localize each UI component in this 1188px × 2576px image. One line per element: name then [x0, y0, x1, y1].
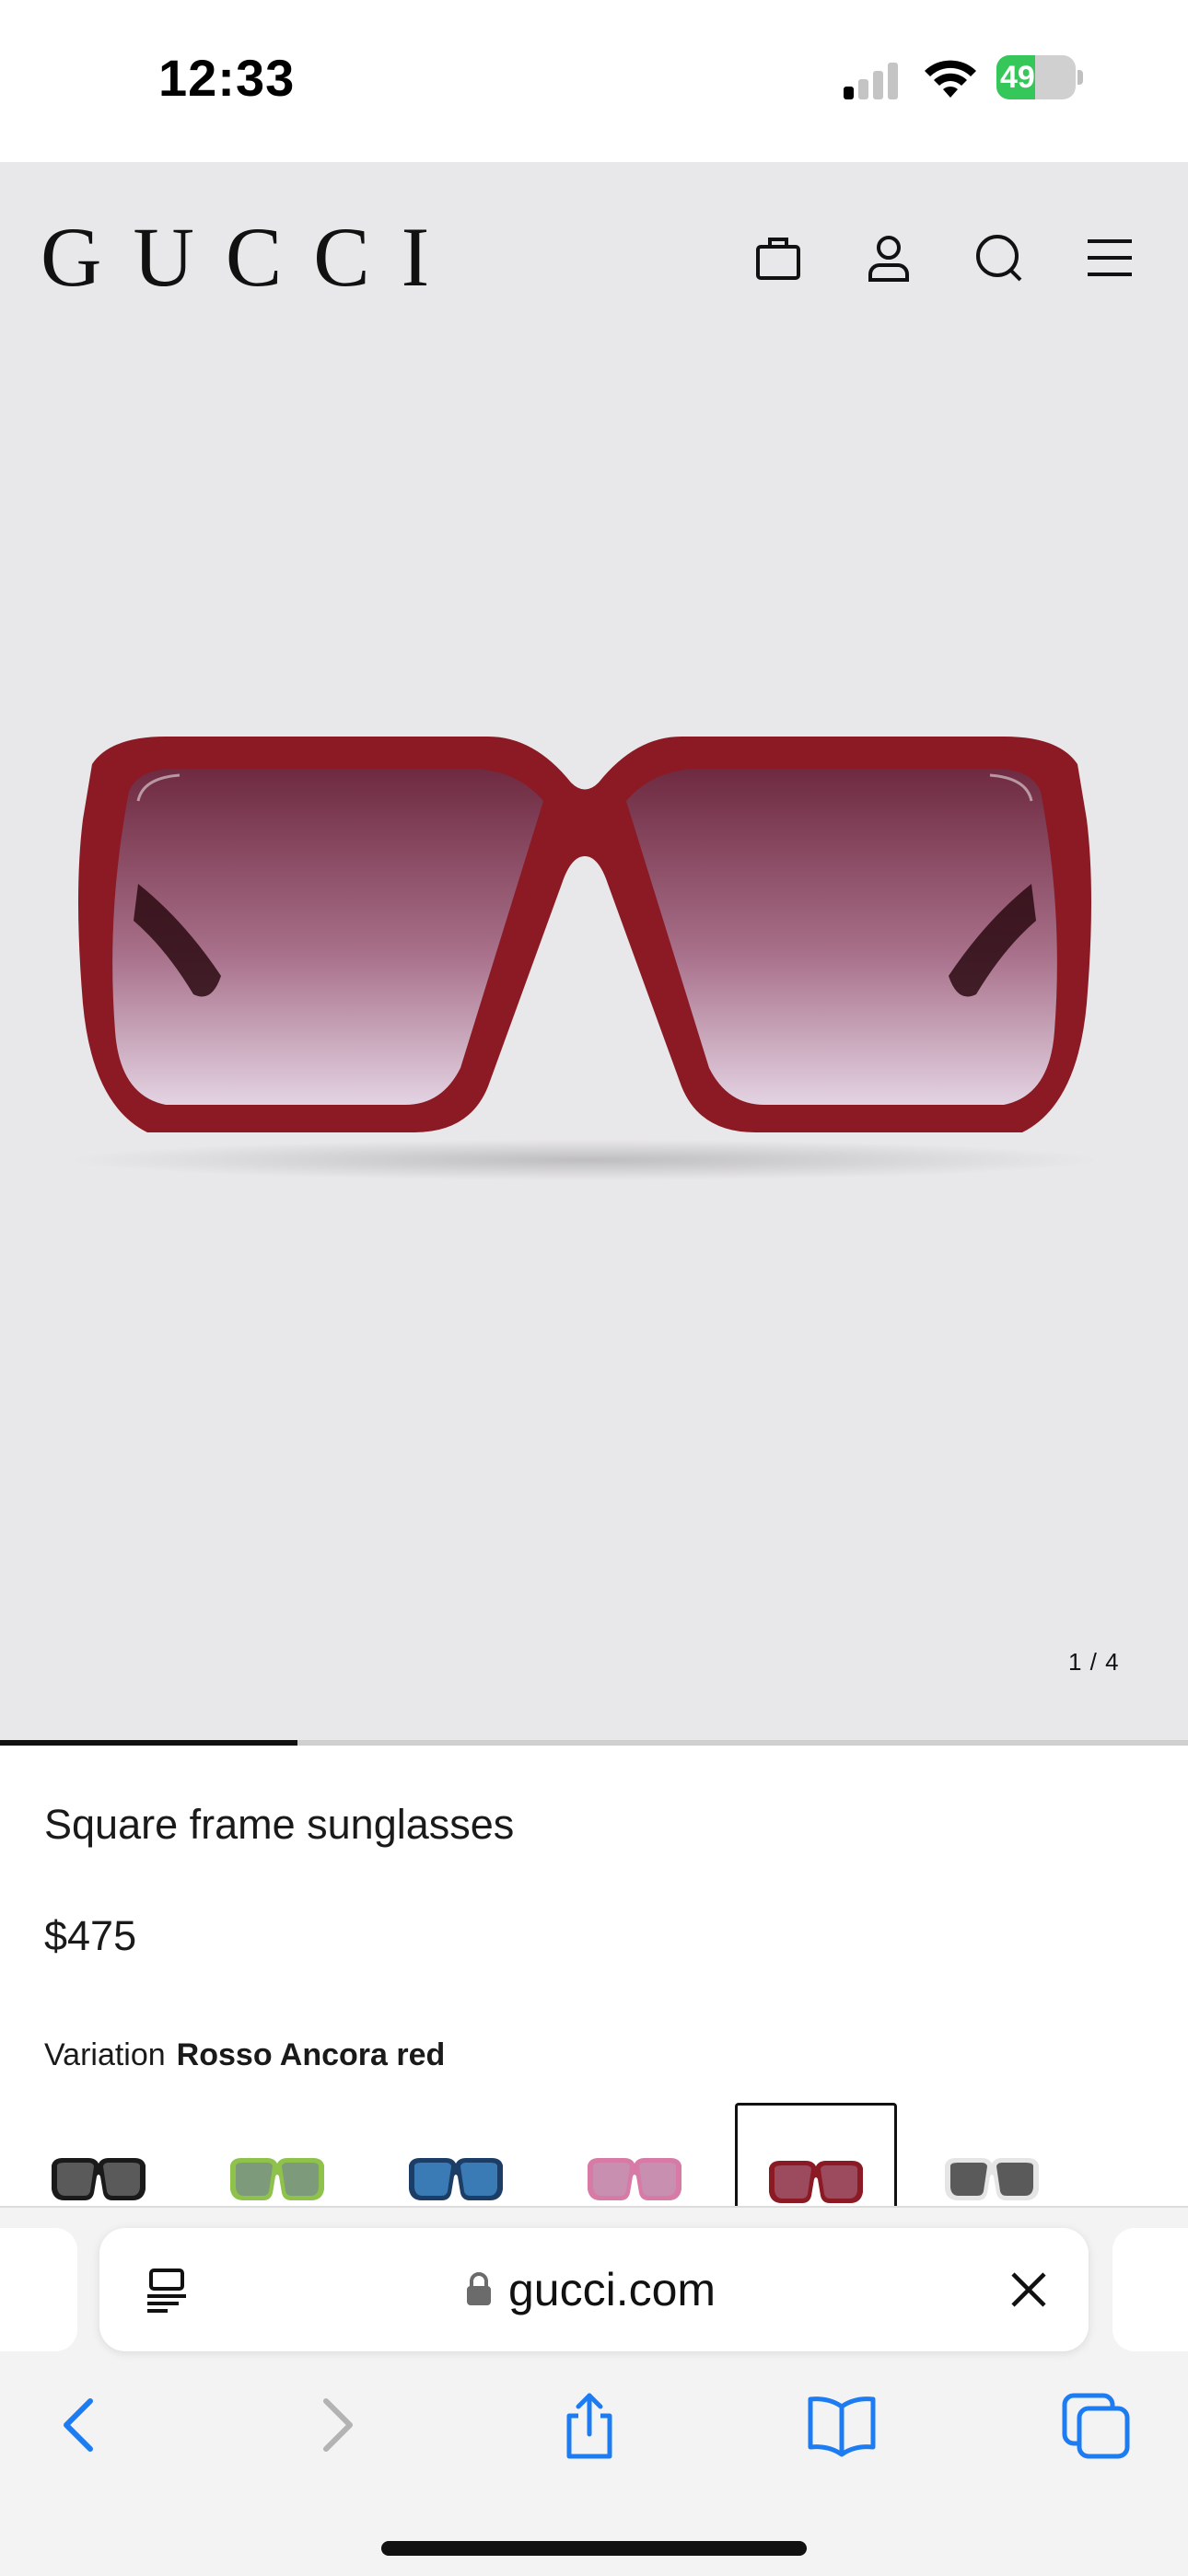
next-tab-preview[interactable] — [1112, 2228, 1188, 2351]
close-icon[interactable] — [1006, 2267, 1052, 2313]
swatch-pink[interactable] — [556, 2103, 713, 2206]
image-counter: 1 / 4 — [1068, 1648, 1120, 1676]
swatch-sunglasses-icon — [52, 2158, 146, 2200]
menu-icon[interactable] — [1082, 230, 1137, 285]
tabs-icon[interactable] — [1059, 2388, 1133, 2462]
forward-icon[interactable] — [300, 2388, 374, 2462]
swatch-white[interactable] — [914, 2103, 1070, 2206]
swatch-sunglasses-icon — [409, 2158, 503, 2200]
home-indicator[interactable] — [381, 2541, 807, 2556]
swatch-green[interactable] — [199, 2103, 355, 2206]
lock-icon — [467, 2272, 491, 2305]
variation-label: Variation — [44, 2037, 166, 2072]
previous-tab-preview[interactable] — [0, 2228, 77, 2351]
share-icon[interactable] — [553, 2388, 626, 2462]
gallery-progress-bar — [0, 1740, 1188, 1746]
url-text[interactable]: gucci.com — [508, 2263, 716, 2316]
product-image[interactable] — [55, 700, 1114, 1197]
variation-row: Variation Rosso Ancora red — [44, 2037, 445, 2073]
brand-logo[interactable]: GUCCI — [41, 208, 460, 306]
address-bar[interactable]: gucci.com — [99, 2228, 1089, 2351]
swatch-sunglasses-icon — [588, 2158, 681, 2200]
product-name: Square frame sunglasses — [44, 1801, 515, 1848]
swatch-sunglasses-icon — [769, 2161, 863, 2203]
battery-icon: 49 — [996, 55, 1085, 101]
status-time: 12:33 — [158, 49, 296, 107]
shopping-bag-icon[interactable] — [751, 230, 806, 285]
swatch-blue[interactable] — [378, 2103, 534, 2206]
swatch-red[interactable] — [735, 2103, 897, 2207]
search-icon[interactable] — [972, 230, 1027, 285]
gallery-progress-fill — [0, 1740, 297, 1746]
account-icon[interactable] — [861, 230, 916, 285]
page-menu-icon[interactable] — [144, 2267, 192, 2315]
swatch-sunglasses-icon — [945, 2158, 1039, 2200]
swatch-sunglasses-icon — [230, 2158, 324, 2200]
wifi-icon — [925, 60, 976, 98]
product-price: $475 — [44, 1912, 137, 1959]
bookmarks-icon[interactable] — [805, 2388, 879, 2462]
variation-value: Rosso Ancora red — [176, 2037, 446, 2072]
swatch-black[interactable] — [20, 2103, 177, 2206]
back-icon[interactable] — [42, 2388, 116, 2462]
cellular-signal-icon — [844, 63, 898, 99]
battery-level: 49 — [1000, 60, 1035, 95]
